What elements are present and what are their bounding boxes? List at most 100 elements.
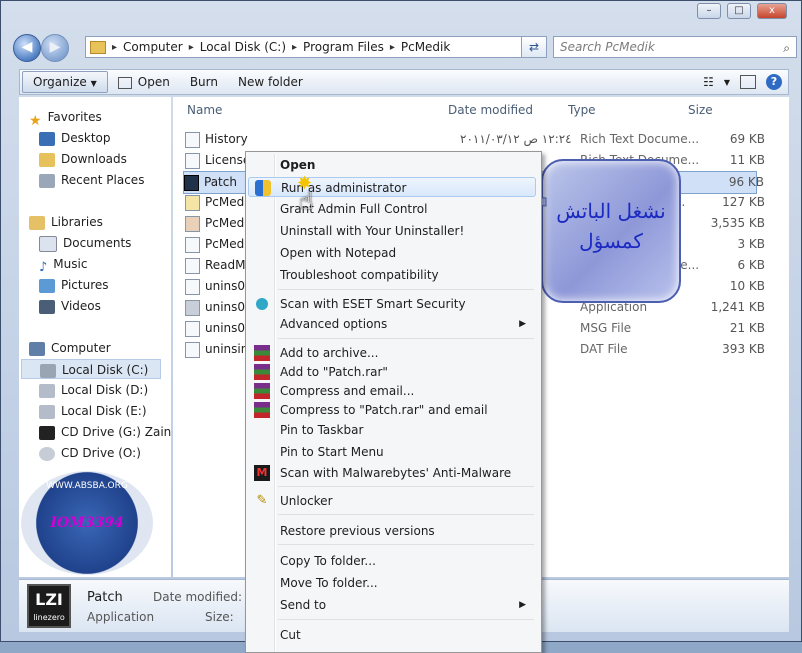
column-header-name[interactable]: Name [187, 103, 222, 117]
organize-button[interactable]: Organize ▼ [22, 71, 108, 93]
nav-documents[interactable]: Documents [39, 233, 131, 253]
menu-advanced-options[interactable]: Advanced options ▶ [248, 314, 536, 334]
context-menu: Open Run as administrator Grant Admin Fu… [245, 151, 542, 653]
menu-restore-versions[interactable]: Restore previous versions [248, 521, 536, 541]
breadcrumb-computer[interactable]: Computer [123, 40, 183, 54]
nav-recent[interactable]: Recent Places [39, 170, 144, 190]
views-icon[interactable]: ☷ [703, 75, 714, 89]
nav-favorites[interactable]: ★ Favorites [29, 107, 102, 129]
file-name: PcMedi [205, 195, 248, 209]
nav-local-disk-c[interactable]: Local Disk (C:) [21, 359, 161, 379]
nav-cd-drive-g[interactable]: CD Drive (G:) Zain e- [39, 422, 187, 442]
absba-logo: WWW.ABSBA.ORG IOM3394 [21, 471, 153, 575]
chevron-down-icon[interactable]: ▼ [724, 78, 730, 87]
file-row[interactable]: History ١٢:٢٤ ص ٢٠١١/٠٣/١٢ Rich Text Docum… [185, 129, 765, 150]
file-size: 127 KB [722, 195, 765, 209]
refresh-button[interactable]: ⇄ [521, 36, 547, 58]
details-name: Patch [87, 590, 123, 605]
file-name: PcMedi [205, 216, 248, 230]
application-icon [185, 215, 200, 232]
menu-send-to-label: Send to [280, 598, 327, 612]
nav-downloads[interactable]: Downloads [39, 149, 127, 169]
menu-uninstall[interactable]: Uninstall with Your Uninstaller! [248, 221, 536, 241]
details-size-label: Size: [205, 610, 234, 624]
arabic-callout: نشغل الباتش كمسؤل [541, 159, 681, 303]
menu-eset-scan[interactable]: Scan with ESET Smart Security [248, 294, 536, 314]
nav-pictures[interactable]: Pictures [39, 275, 109, 295]
menu-grant-admin[interactable]: Grant Admin Full Control [248, 199, 536, 219]
window-controls: – □ x [697, 3, 787, 19]
menu-copy-to[interactable]: Copy To folder... [248, 551, 536, 571]
chevron-right-icon: ▸ [389, 41, 395, 53]
address-bar[interactable]: ▸ Computer ▸ Local Disk (C:) ▸ Program F… [85, 36, 525, 58]
winrar-icon [254, 402, 270, 418]
menu-move-to[interactable]: Move To folder... [248, 573, 536, 593]
help-file-icon [185, 194, 200, 211]
nav-videos-label: Videos [61, 299, 101, 313]
nav-computer-label: Computer [51, 341, 111, 355]
menu-compress-email[interactable]: Compress and email... [248, 381, 536, 401]
nav-desktop[interactable]: Desktop [39, 128, 111, 148]
burn-button[interactable]: Burn [180, 70, 228, 94]
chevron-down-icon: ▼ [90, 79, 97, 88]
menu-compress-rar-email[interactable]: Compress to "Patch.rar" and email [248, 400, 536, 420]
file-size: 96 KB [728, 175, 764, 189]
details-kind: Application [87, 610, 155, 624]
chevron-right-icon: ▶ [519, 600, 526, 610]
menu-open[interactable]: Open [248, 155, 536, 175]
nav-music[interactable]: ♪ Music [39, 254, 87, 275]
organize-label: Organize [33, 75, 87, 89]
nav-d-label: Local Disk (D:) [61, 383, 149, 397]
shield-icon [255, 180, 271, 196]
column-header-type[interactable]: Type [568, 103, 596, 117]
nav-computer[interactable]: Computer [29, 338, 111, 358]
breadcrumb-local-disk[interactable]: Local Disk (C:) [200, 40, 286, 54]
menu-pin-taskbar[interactable]: Pin to Taskbar [248, 420, 536, 440]
search-icon[interactable]: ⌕ [783, 38, 790, 58]
nav-libraries[interactable]: Libraries [29, 212, 103, 232]
column-header-date[interactable]: Date modified [448, 103, 533, 117]
column-header-size[interactable]: Size [688, 103, 713, 117]
file-size: 1,241 KB [710, 300, 765, 314]
menu-troubleshoot[interactable]: Troubleshoot compatibility [248, 265, 536, 285]
minimize-button[interactable]: – [697, 3, 721, 19]
application-icon [185, 299, 200, 316]
drive-icon [39, 404, 55, 419]
file-date: ١٢:٢٤ ص ٢٠١١/٠٣/١٢ [460, 132, 572, 146]
recent-places-icon [39, 173, 55, 188]
nav-cd-drive-o[interactable]: CD Drive (O:) [39, 443, 141, 463]
preview-pane-icon[interactable] [740, 75, 756, 89]
search-input[interactable]: Search PcMedik ⌕ [553, 36, 797, 58]
menu-pin-start[interactable]: Pin to Start Menu [248, 442, 536, 462]
forward-button[interactable]: ▶ [41, 34, 69, 62]
file-size: 21 KB [729, 321, 765, 335]
menu-unlocker[interactable]: ✎ Unlocker [248, 491, 536, 511]
close-button[interactable]: x [757, 3, 787, 19]
nav-local-disk-d[interactable]: Local Disk (D:) [39, 380, 148, 400]
new-folder-button[interactable]: New folder [228, 70, 313, 94]
config-file-icon [185, 236, 200, 253]
file-size: 393 KB [722, 342, 765, 356]
breadcrumb-pcmedik[interactable]: PcMedik [401, 40, 450, 54]
menu-compress-email-label: Compress and email... [280, 384, 415, 398]
menu-open-notepad[interactable]: Open with Notepad [248, 243, 536, 263]
menu-send-to[interactable]: Send to ▶ [248, 595, 536, 615]
winrar-icon [254, 364, 270, 380]
help-icon[interactable]: ? [766, 74, 782, 90]
menu-run-as-admin[interactable]: Run as administrator [248, 177, 536, 197]
menu-malwarebytes[interactable]: M Scan with Malwarebytes' Anti-Malware [248, 463, 536, 483]
cd-drive-icon [39, 425, 55, 440]
nav-local-disk-e[interactable]: Local Disk (E:) [39, 401, 147, 421]
maximize-button[interactable]: □ [727, 3, 751, 19]
open-button[interactable]: Open [108, 70, 180, 94]
chevron-right-icon: ▸ [112, 41, 118, 53]
menu-add-archive[interactable]: Add to archive... [248, 343, 536, 363]
menu-add-rar[interactable]: Add to "Patch.rar" [248, 362, 536, 382]
back-button[interactable]: ◀ [13, 34, 41, 62]
document-icon [185, 152, 200, 169]
breadcrumb-program-files[interactable]: Program Files [303, 40, 384, 54]
nav-videos[interactable]: Videos [39, 296, 101, 316]
nav-desktop-label: Desktop [61, 131, 111, 145]
menu-compress-rar-email-label: Compress to "Patch.rar" and email [280, 403, 488, 417]
menu-cut[interactable]: Cut [248, 625, 536, 645]
